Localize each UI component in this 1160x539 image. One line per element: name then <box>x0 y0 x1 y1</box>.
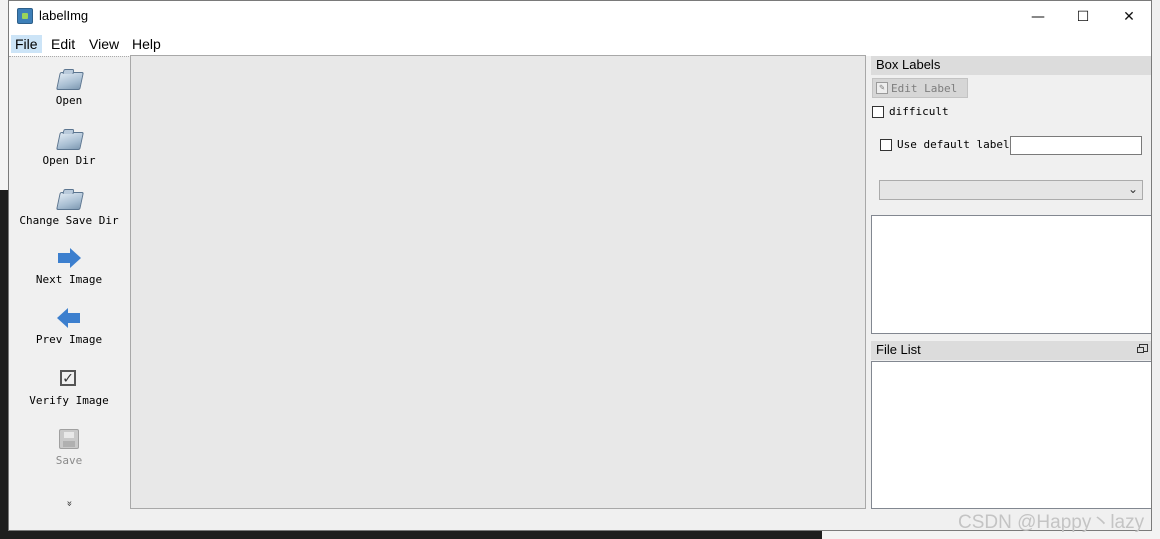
verify-image-button[interactable]: ✓ Verify Image <box>9 366 129 408</box>
chevron-down-icon: ⌄ <box>1127 182 1138 196</box>
close-icon: ✕ <box>1123 8 1135 25</box>
menu-view[interactable]: View <box>85 35 123 53</box>
arrow-right-icon <box>56 245 82 271</box>
open-dir-button[interactable]: Open Dir <box>9 126 129 167</box>
tool-label: Change Save Dir <box>19 214 119 227</box>
window-title: labelImg <box>39 8 89 23</box>
float-dock-icon[interactable] <box>1137 344 1148 353</box>
tool-label: Open Dir <box>42 154 96 167</box>
maximize-button[interactable]: ☐ <box>1060 1 1106 32</box>
background-desktop-strip <box>1152 0 1160 539</box>
check-icon: ✓ <box>60 370 76 386</box>
tools-toolbar: Open Open Dir Change Save Dir Next Image… <box>9 56 129 511</box>
maximize-icon: ☐ <box>1076 8 1090 25</box>
open-button[interactable]: Open <box>9 66 129 107</box>
minimize-icon: — <box>1031 8 1045 25</box>
app-logo-icon <box>17 8 33 24</box>
title-bar: labelImg — ☐ ✕ <box>9 1 1151 32</box>
menu-file[interactable]: File <box>11 35 42 53</box>
tool-label: Next Image <box>35 273 103 286</box>
edit-label-text: Edit Label <box>891 81 958 95</box>
menu-bar: File Edit View Help <box>9 32 1151 56</box>
tool-label: Prev Image <box>35 333 103 346</box>
prev-image-button[interactable]: Prev Image <box>9 305 129 346</box>
edit-label-button[interactable]: ✎ Edit Label <box>872 78 968 98</box>
tool-label: Open <box>55 94 83 107</box>
folder-icon <box>56 72 84 90</box>
background-desktop-strip <box>0 0 8 190</box>
close-button[interactable]: ✕ <box>1106 1 1151 32</box>
pencil-icon: ✎ <box>876 82 888 94</box>
app-window: labelImg — ☐ ✕ File Edit View Help Open … <box>8 0 1152 531</box>
file-list-dock-title: File List <box>871 341 1151 360</box>
tool-label: Verify Image <box>29 394 109 407</box>
difficult-checkbox[interactable] <box>872 106 884 118</box>
default-label-input[interactable] <box>1010 136 1142 155</box>
difficult-label: difficult <box>889 105 949 118</box>
arrow-left-icon <box>56 305 82 331</box>
menu-help[interactable]: Help <box>128 35 165 53</box>
watermark: CSDN @Happy丶lazy <box>958 512 1145 533</box>
folder-icon <box>56 192 84 210</box>
next-image-button[interactable]: Next Image <box>9 245 129 286</box>
image-canvas[interactable] <box>130 55 866 509</box>
box-labels-dock-title: Box Labels <box>871 56 1151 75</box>
label-combo-box[interactable]: ⌄ <box>879 180 1143 200</box>
minimize-button[interactable]: — <box>1015 1 1061 32</box>
use-default-label-checkbox[interactable] <box>880 139 892 151</box>
folder-icon <box>56 132 84 150</box>
use-default-label-text: Use default label <box>897 138 1010 151</box>
change-save-dir-button[interactable]: Change Save Dir <box>9 186 129 227</box>
file-list[interactable] <box>871 361 1151 509</box>
file-list-title: File List <box>876 342 921 357</box>
menu-edit[interactable]: Edit <box>47 35 79 53</box>
label-list[interactable] <box>871 215 1151 334</box>
